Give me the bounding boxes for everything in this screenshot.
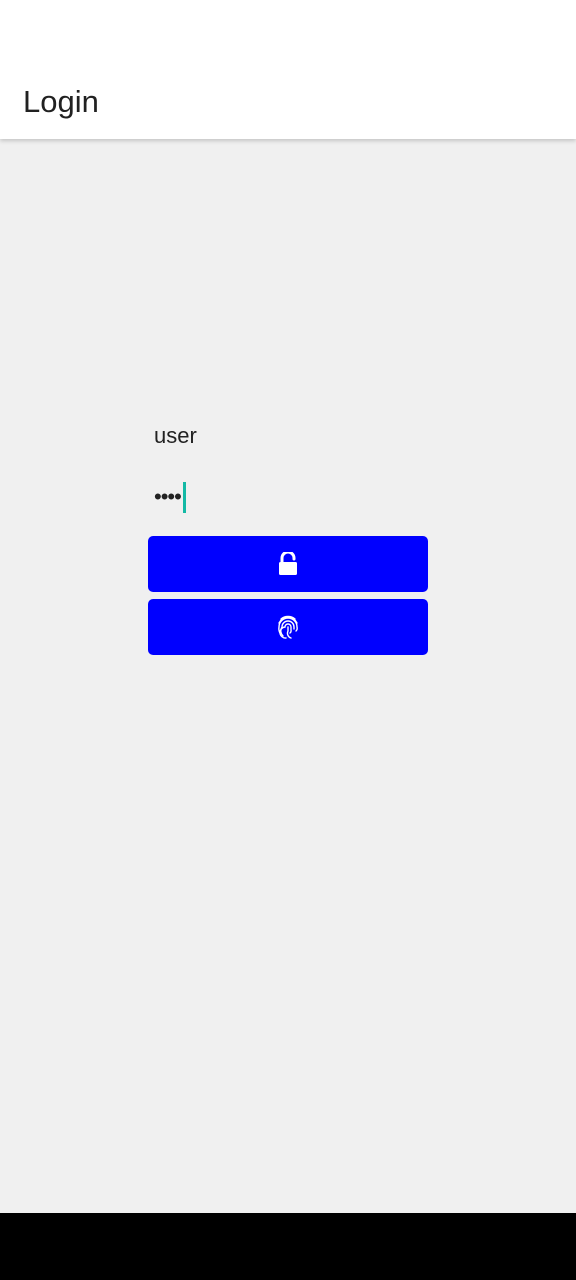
- password-value: ••••: [154, 484, 182, 509]
- login-button[interactable]: [148, 536, 428, 592]
- username-input[interactable]: user: [154, 421, 197, 451]
- page-title: Login: [23, 84, 99, 119]
- unlock-icon: [277, 552, 299, 576]
- system-nav-bar: [0, 1213, 576, 1280]
- text-cursor: [182, 481, 186, 513]
- app-bar: Login: [0, 0, 576, 139]
- password-input[interactable]: ••••: [154, 481, 186, 513]
- fingerprint-button[interactable]: [148, 599, 428, 655]
- fingerprint-icon: [276, 614, 300, 640]
